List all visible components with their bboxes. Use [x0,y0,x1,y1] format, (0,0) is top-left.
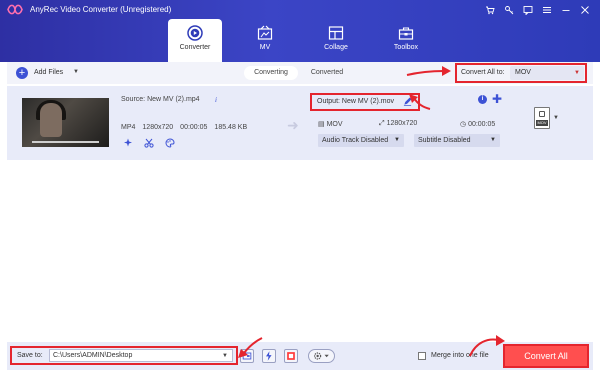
audio-track-value: Audio Track Disabled [322,137,389,144]
enhance-icon[interactable] [123,138,133,148]
tab-converted[interactable]: Converted [304,66,350,80]
output-file-name: Output: New MV (2).mov [317,98,395,105]
annotation-arrow-output [409,94,431,110]
tab-collage-label: Collage [324,44,348,51]
chevron-down-icon: ▼ [222,353,228,359]
app-title: AnyRec Video Converter (Unregistered) [30,5,172,14]
output-info-icon[interactable]: i [478,95,487,104]
cut-icon[interactable] [144,138,154,148]
output-resolution-meta: ⤢ 1280x720 [379,120,417,128]
add-files-button[interactable]: Add Files [34,69,63,76]
subtitle-value: Subtitle Disabled [418,137,471,144]
tab-mv[interactable]: MV [238,19,292,62]
annotation-arrow-save-to [238,337,263,358]
add-files-plus-icon[interactable]: + [16,67,28,79]
minimize-icon[interactable] [556,3,575,17]
mv-icon [257,25,273,40]
edit-tools [123,138,175,148]
source-format: MP4 [121,124,136,131]
thumbnail-face-shape [40,103,62,137]
annotation-arrow-convert-button [469,335,505,357]
tab-converting[interactable]: Converting [244,66,298,80]
chevron-down-icon: ▼ [490,137,496,143]
toolbox-icon [398,27,414,40]
cart-icon[interactable] [480,3,499,17]
resize-icon: ⤢ [379,120,385,127]
settings-button[interactable] [308,349,335,363]
merge-checkbox[interactable] [418,352,426,360]
source-meta: MP4 1280x720 00:00:05 185.48 KB [121,124,247,131]
save-path-value: C:\Users\ADMIN\Desktop [53,352,133,359]
thumbnail-subtitle-shape [32,141,99,143]
output-resolution: 1280x720 [386,120,418,127]
converter-toolbar: + Add Files ▼ Converting Converted Conve… [7,62,593,84]
close-icon[interactable] [575,3,594,17]
hardware-acceleration-icon[interactable] [262,349,276,363]
add-output-icon[interactable]: ✚ [492,92,502,106]
add-files-dropdown-icon[interactable]: ▼ [73,69,79,75]
output-duration-meta: ◷ 00:00:05 [460,120,495,128]
tab-toolbox-label: Toolbox [393,44,419,51]
format-dropdown-icon[interactable]: ▼ [553,115,559,121]
clock-icon: ◷ [460,121,467,128]
subtitle-select[interactable]: Subtitle Disabled ▼ [414,134,500,147]
convert-all-to-highlight: Convert All to: MOV ▼ [455,63,587,83]
film-icon: ▤ [318,121,325,128]
source-duration: 00:00:05 [180,124,208,131]
save-to-highlight: Save to: C:\Users\ADMIN\Desktop ▼ [10,346,238,365]
convert-arrow-icon: ➜ [287,117,299,133]
save-path-select[interactable]: C:\Users\ADMIN\Desktop ▼ [49,349,233,362]
output-format: MOV [326,121,343,128]
output-name-highlight: Output: New MV (2).mov [310,93,420,111]
source-info-icon[interactable]: i [215,96,217,104]
source-size: 185.48 KB [214,124,248,131]
key-icon[interactable] [499,3,518,17]
tab-toolbox[interactable]: Toolbox [379,19,433,62]
format-icon-frame [539,111,545,117]
tab-collage[interactable]: Collage [309,19,363,62]
output-format-icon[interactable]: MOV [534,107,550,129]
source-resolution: 1280x720 [142,124,174,131]
file-list-item: Source: New MV (2).mp4 i MP4 1280x720 00… [7,86,593,160]
app-logo-icon [7,4,23,15]
collage-icon [328,26,344,40]
format-badge: MOV [536,120,548,126]
output-format-meta: ▤ MOV [318,120,343,128]
convert-all-button[interactable]: Convert All [503,344,589,368]
tab-mv-label: MV [259,44,271,51]
annotation-arrow-convert-all [406,66,451,76]
tab-converter-label: Converter [179,44,211,51]
convert-all-format-select[interactable]: MOV ▼ [510,66,584,80]
converter-icon [187,25,203,41]
feedback-icon[interactable] [518,3,537,17]
convert-all-format-value: MOV [515,69,531,76]
audio-track-select[interactable]: Audio Track Disabled ▼ [318,134,404,147]
chevron-down-icon: ▼ [394,137,400,143]
source-file-name: Source: New MV (2).mp4 [121,96,200,103]
save-to-label: Save to: [17,352,43,359]
chevron-down-icon: ▼ [574,70,580,76]
output-duration: 00:00:05 [468,121,496,128]
title-bar: AnyRec Video Converter (Unregistered) Co… [0,0,600,62]
video-thumbnail[interactable] [22,98,109,147]
convert-all-to-label: Convert All to: [461,69,505,76]
tab-converter[interactable]: Converter [168,19,222,62]
menu-icon[interactable] [537,3,556,17]
palette-icon[interactable] [165,138,175,148]
gpu-acceleration-icon[interactable] [284,349,298,363]
window-controls [480,3,594,17]
